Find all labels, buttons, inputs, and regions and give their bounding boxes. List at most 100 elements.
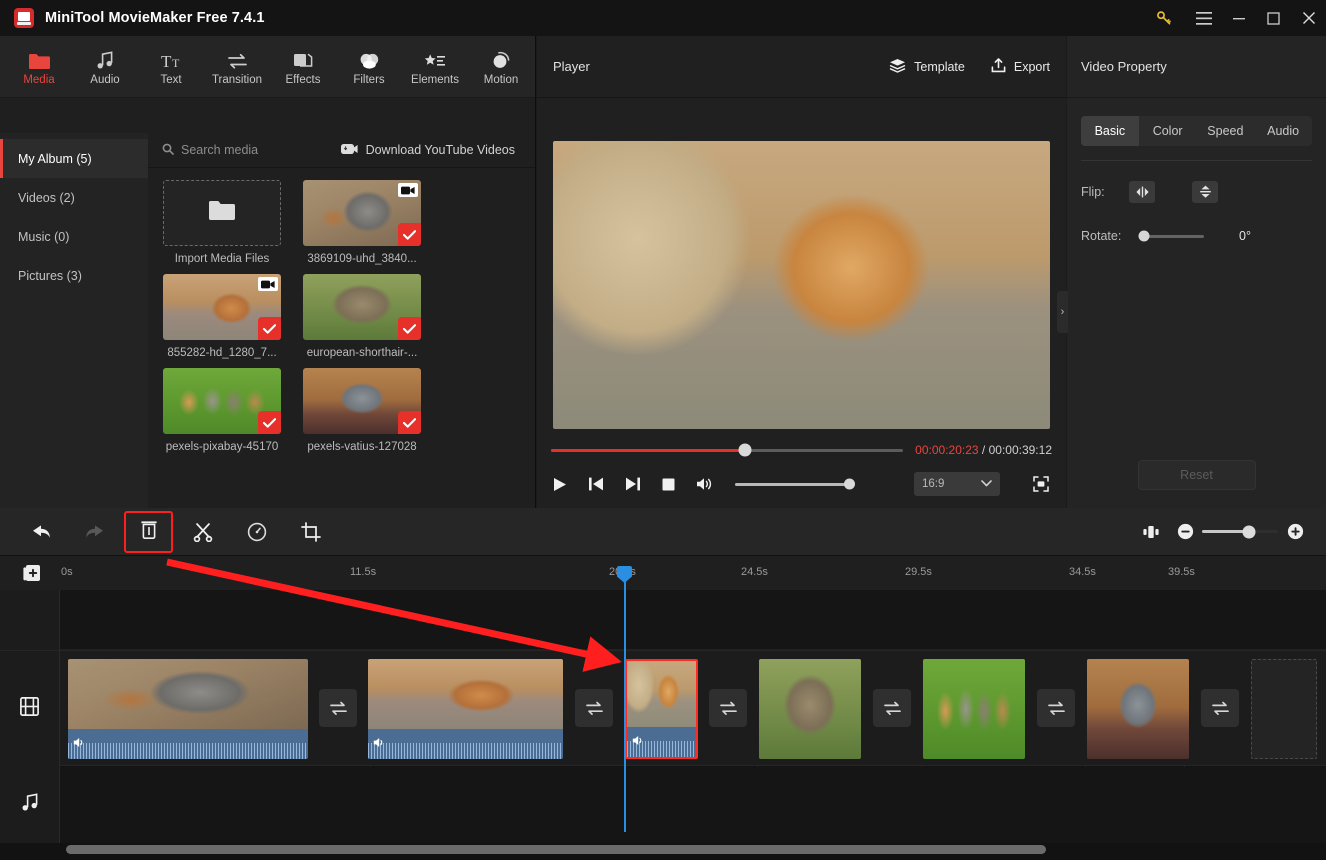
audio-track[interactable] <box>0 767 1326 843</box>
chevron-right-icon[interactable]: › <box>1057 291 1068 333</box>
zoom-handle[interactable] <box>1242 525 1256 538</box>
close-icon[interactable] <box>1291 0 1326 36</box>
player-header: Player Template Export <box>537 36 1066 98</box>
media-thumbnail[interactable] <box>303 180 421 246</box>
crop-icon[interactable] <box>284 508 338 556</box>
clip-volume-icon[interactable] <box>73 735 86 753</box>
rotate-slider[interactable] <box>1138 230 1204 242</box>
minimize-icon[interactable] <box>1221 0 1256 36</box>
import-dropzone[interactable] <box>163 180 281 246</box>
export-button[interactable]: Export <box>991 57 1050 76</box>
library-category-list: My Album (5) Videos (2) Music (0) Pictur… <box>0 133 148 508</box>
media-item[interactable]: european-shorthair-... <box>303 274 421 359</box>
timeline-clip[interactable] <box>759 659 861 759</box>
player-stage <box>537 99 1066 471</box>
transition-slot[interactable] <box>709 689 747 727</box>
search-input[interactable]: Search media <box>162 143 258 158</box>
sidebar-item-videos[interactable]: Videos (2) <box>0 178 148 217</box>
selected-check-icon[interactable] <box>398 317 421 340</box>
timeline-clip-selected[interactable] <box>625 659 698 759</box>
media-thumbnail[interactable] <box>163 274 281 340</box>
selected-check-icon[interactable] <box>398 223 421 246</box>
reset-button[interactable]: Reset <box>1137 460 1256 490</box>
volume-icon[interactable] <box>695 477 713 491</box>
ribbon-tab-effects[interactable]: Effects <box>270 36 336 98</box>
timeline-horizontal-scrollbar[interactable] <box>66 845 1046 854</box>
media-item[interactable]: pexels-vatius-127028 <box>303 368 421 453</box>
video-preview[interactable] <box>553 141 1050 429</box>
playhead[interactable] <box>617 566 632 832</box>
selected-check-icon[interactable] <box>258 411 281 434</box>
redo-icon[interactable] <box>68 508 122 556</box>
zoom-in-icon[interactable] <box>1278 508 1312 556</box>
media-thumbnail[interactable] <box>303 368 421 434</box>
selected-check-icon[interactable] <box>398 411 421 434</box>
key-icon[interactable] <box>1142 0 1186 36</box>
template-button[interactable]: Template <box>889 58 965 76</box>
ribbon-tab-text[interactable]: TT Text <box>138 36 204 98</box>
flip-horizontal-icon[interactable] <box>1129 181 1155 203</box>
video-track[interactable] <box>0 650 1326 767</box>
ribbon-tab-audio[interactable]: Audio <box>72 36 138 98</box>
ribbon-tab-filters[interactable]: Filters <box>336 36 402 98</box>
timeline-ruler[interactable]: 0s 11.5s 20.9s 24.5s 29.5s 34.5s 39.5s <box>0 556 1326 590</box>
ribbon-tab-transition[interactable]: Transition <box>204 36 270 98</box>
media-item[interactable]: 855282-hd_1280_7... <box>163 274 281 359</box>
previous-frame-icon[interactable] <box>587 477 605 491</box>
download-youtube-button[interactable]: Download YouTube Videos <box>340 143 515 158</box>
overlay-track[interactable] <box>0 590 1326 650</box>
volume-slider[interactable] <box>735 478 855 490</box>
timeline-clip[interactable] <box>368 659 563 759</box>
selected-check-icon[interactable] <box>258 317 281 340</box>
zoom-out-icon[interactable] <box>1168 508 1202 556</box>
tab-basic[interactable]: Basic <box>1081 116 1139 146</box>
seek-handle[interactable] <box>738 443 752 457</box>
elements-icon <box>424 48 446 70</box>
media-thumbnail[interactable] <box>163 368 281 434</box>
media-thumbnail[interactable] <box>303 274 421 340</box>
maximize-icon[interactable] <box>1256 0 1291 36</box>
property-tabs: Basic Color Speed Audio <box>1081 116 1312 146</box>
stop-icon[interactable] <box>659 478 677 491</box>
fullscreen-icon[interactable] <box>1032 476 1050 492</box>
next-frame-icon[interactable] <box>623 477 641 491</box>
play-icon[interactable] <box>551 477 569 492</box>
sidebar-item-music[interactable]: Music (0) <box>0 217 148 256</box>
transition-slot[interactable] <box>1201 689 1239 727</box>
sidebar-item-my-album[interactable]: My Album (5) <box>0 139 148 178</box>
speed-icon[interactable] <box>230 508 284 556</box>
transition-slot[interactable] <box>873 689 911 727</box>
menu-icon[interactable] <box>1186 0 1221 36</box>
volume-handle[interactable] <box>844 478 855 490</box>
timeline-clip[interactable] <box>68 659 308 759</box>
transition-slot[interactable] <box>575 689 613 727</box>
split-icon[interactable] <box>176 508 230 556</box>
clip-volume-icon[interactable] <box>632 733 645 751</box>
media-item[interactable]: pexels-pixabay-45170 <box>163 368 281 453</box>
rotate-handle[interactable] <box>1138 230 1150 242</box>
ribbon-tab-media[interactable]: Media <box>6 36 72 98</box>
timeline-clip[interactable] <box>923 659 1025 759</box>
aspect-ratio-select[interactable]: 16:9 <box>914 472 1000 496</box>
zoom-slider[interactable] <box>1202 525 1278 538</box>
ribbon-tab-elements[interactable]: Elements <box>402 36 468 98</box>
clip-volume-icon[interactable] <box>373 735 386 753</box>
flip-vertical-icon[interactable] <box>1192 181 1218 203</box>
sidebar-item-pictures[interactable]: Pictures (3) <box>0 256 148 295</box>
import-media-cell[interactable]: Import Media Files <box>163 180 281 265</box>
media-item[interactable]: 3869109-uhd_3840... <box>303 180 421 265</box>
transition-slot[interactable] <box>1037 689 1075 727</box>
undo-icon[interactable] <box>14 508 68 556</box>
tab-audio[interactable]: Audio <box>1254 116 1312 146</box>
ribbon-tab-motion[interactable]: Motion <box>468 36 534 98</box>
ruler-tick: 34.5s <box>1069 566 1096 578</box>
timeline-clip[interactable] <box>1087 659 1189 759</box>
transition-slot[interactable] <box>319 689 357 727</box>
delete-button[interactable] <box>122 508 176 556</box>
tab-speed[interactable]: Speed <box>1197 116 1255 146</box>
seek-slider[interactable] <box>551 443 904 457</box>
tab-color[interactable]: Color <box>1139 116 1197 146</box>
add-media-icon[interactable] <box>22 563 42 588</box>
zoom-fit-icon[interactable] <box>1134 508 1168 556</box>
drop-placeholder[interactable] <box>1251 659 1317 759</box>
